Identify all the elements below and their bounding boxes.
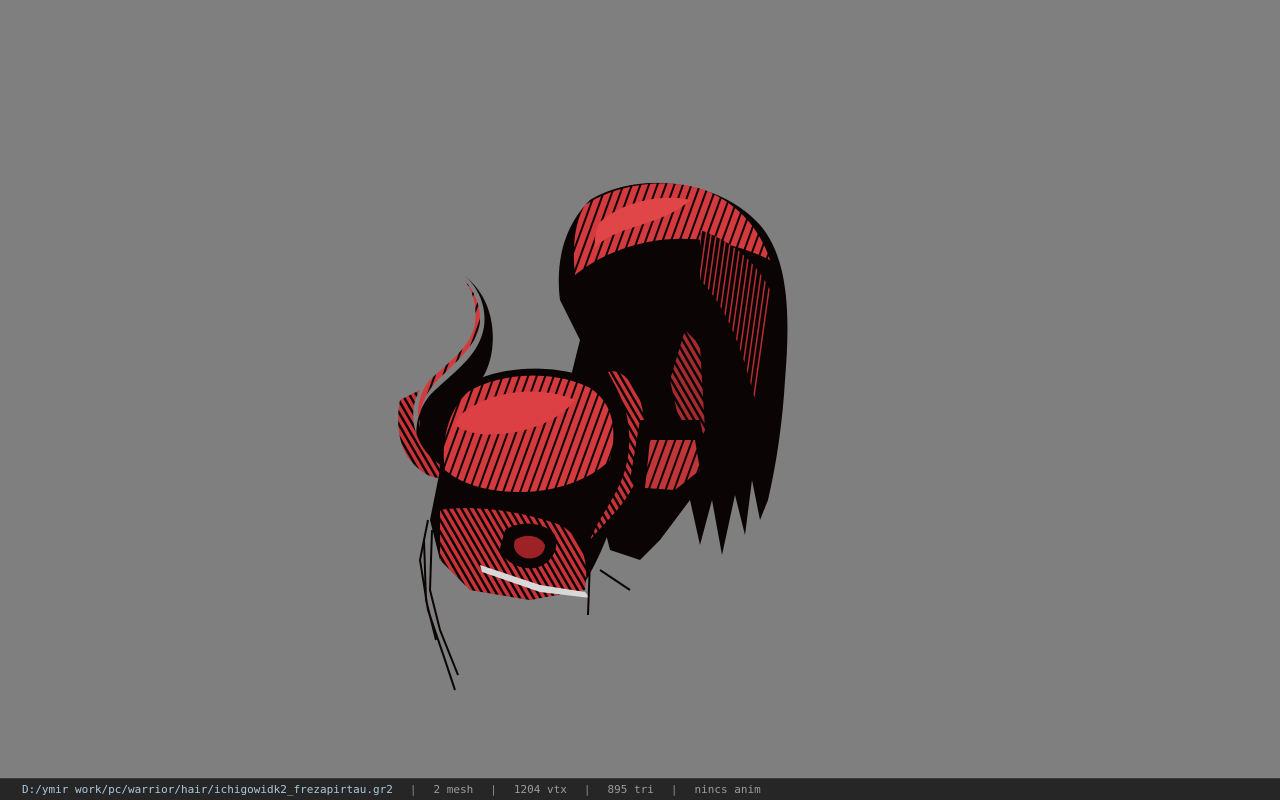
file-path-label: D:/ymir work/pc/warrior/hair/ichigowidk2… xyxy=(22,783,393,796)
mesh-count-label: 2 mesh xyxy=(433,783,474,796)
model-render xyxy=(398,182,788,691)
status-bar: D:/ymir work/pc/warrior/hair/ichigowidk2… xyxy=(0,778,1280,800)
separator: | xyxy=(490,783,497,796)
triangle-count-label: 895 tri xyxy=(607,783,654,796)
separator: | xyxy=(409,783,417,796)
separator: | xyxy=(670,783,678,796)
3d-viewport[interactable] xyxy=(0,0,1280,778)
separator: | xyxy=(583,783,591,796)
animation-status-label: nincs anim xyxy=(694,783,761,796)
head-mesh xyxy=(430,368,630,600)
vertex-count-label: 1204 vtx xyxy=(513,783,567,796)
